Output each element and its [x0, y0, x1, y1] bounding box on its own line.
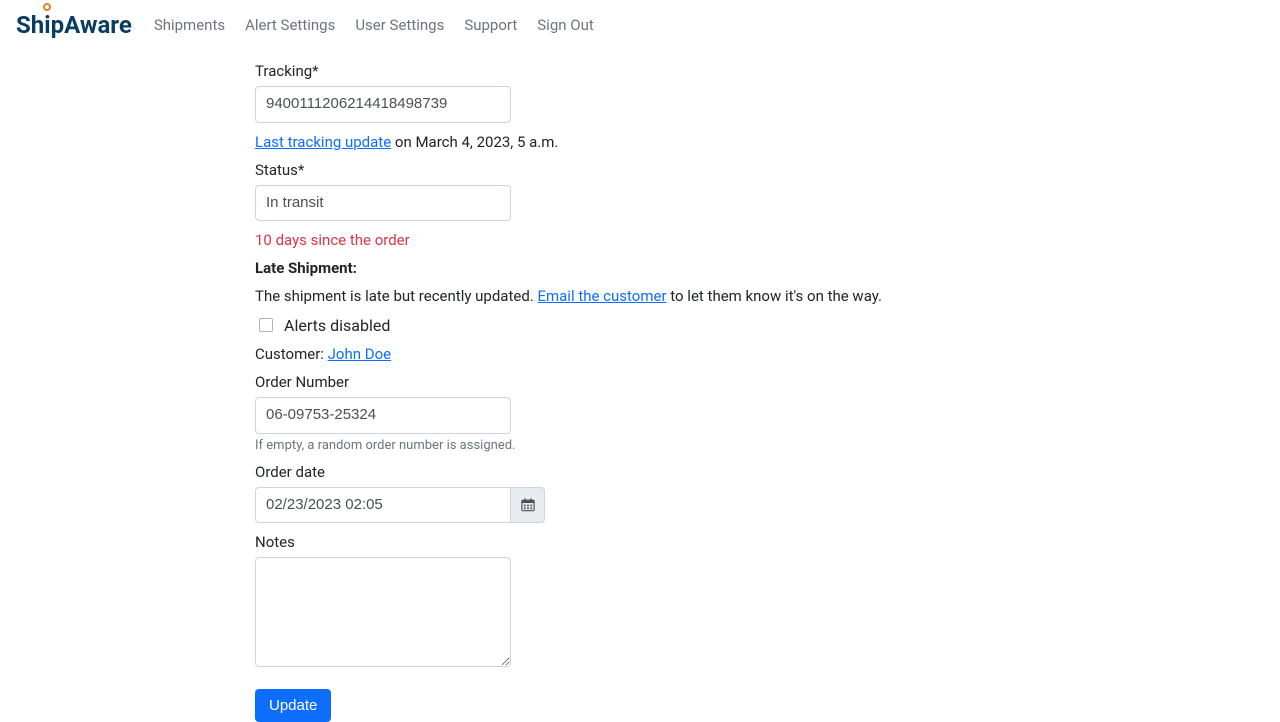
status-label: Status* [255, 161, 1025, 179]
tracking-update-suffix: on March 4, 2023, 5 a.m. [391, 133, 558, 151]
nav-sign-out[interactable]: Sign Out [527, 8, 603, 42]
order-date-picker-button[interactable] [511, 487, 545, 524]
order-date-label: Order date [255, 463, 1025, 481]
shipment-form: Tracking* Last tracking update on March … [255, 50, 1025, 722]
brand-logo[interactable]: ShipAware [16, 13, 132, 37]
brand-text-p: p [51, 13, 65, 37]
top-navbar: ShipAware Shipments Alert Settings User … [0, 0, 1280, 50]
update-button[interactable]: Update [255, 689, 331, 722]
tracking-label: Tracking* [255, 62, 1025, 80]
nav-user-settings[interactable]: User Settings [345, 8, 454, 42]
nav-shipments[interactable]: Shipments [144, 8, 235, 42]
late-shipment-message: The shipment is late but recently update… [255, 287, 1025, 305]
order-number-label: Order Number [255, 373, 1025, 391]
alerts-disabled-label: Alerts disabled [284, 316, 390, 335]
order-number-input[interactable] [255, 397, 511, 434]
customer-link[interactable]: John Doe [328, 345, 391, 363]
status-input[interactable] [255, 185, 511, 222]
compass-dot-icon [43, 3, 51, 11]
brand-text-sh: Sh [16, 13, 44, 37]
order-number-help: If empty, a random order number is assig… [255, 438, 1025, 453]
late-suffix: to let them know it's on the way. [667, 287, 882, 305]
nav-alert-settings[interactable]: Alert Settings [235, 8, 345, 42]
customer-label: Customer: [255, 345, 328, 363]
late-shipment-title-text: Late Shipment: [255, 259, 357, 277]
late-prefix: The shipment is late but recently update… [255, 287, 537, 305]
notes-textarea[interactable] [255, 557, 511, 667]
nav-support[interactable]: Support [454, 8, 527, 42]
order-date-input[interactable] [255, 487, 511, 524]
days-since-warning: 10 days since the order [255, 231, 1025, 249]
late-shipment-title: Late Shipment: [255, 259, 1025, 277]
brand-text-i: i [44, 11, 50, 39]
brand-text-aware: Aware [64, 13, 132, 37]
alerts-disabled-checkbox[interactable] [259, 318, 273, 332]
customer-row: Customer: John Doe [255, 345, 1025, 363]
alerts-disabled-row: Alerts disabled [255, 315, 1025, 335]
notes-label: Notes [255, 533, 1025, 551]
order-date-input-group [255, 487, 545, 524]
tracking-input[interactable] [255, 86, 511, 123]
last-tracking-update-link[interactable]: Last tracking update [255, 133, 391, 151]
email-customer-link[interactable]: Email the customer [537, 287, 666, 305]
calendar-icon [521, 498, 535, 512]
tracking-update-row: Last tracking update on March 4, 2023, 5… [255, 133, 1025, 151]
brand-text-i-wrap: i [44, 13, 50, 37]
